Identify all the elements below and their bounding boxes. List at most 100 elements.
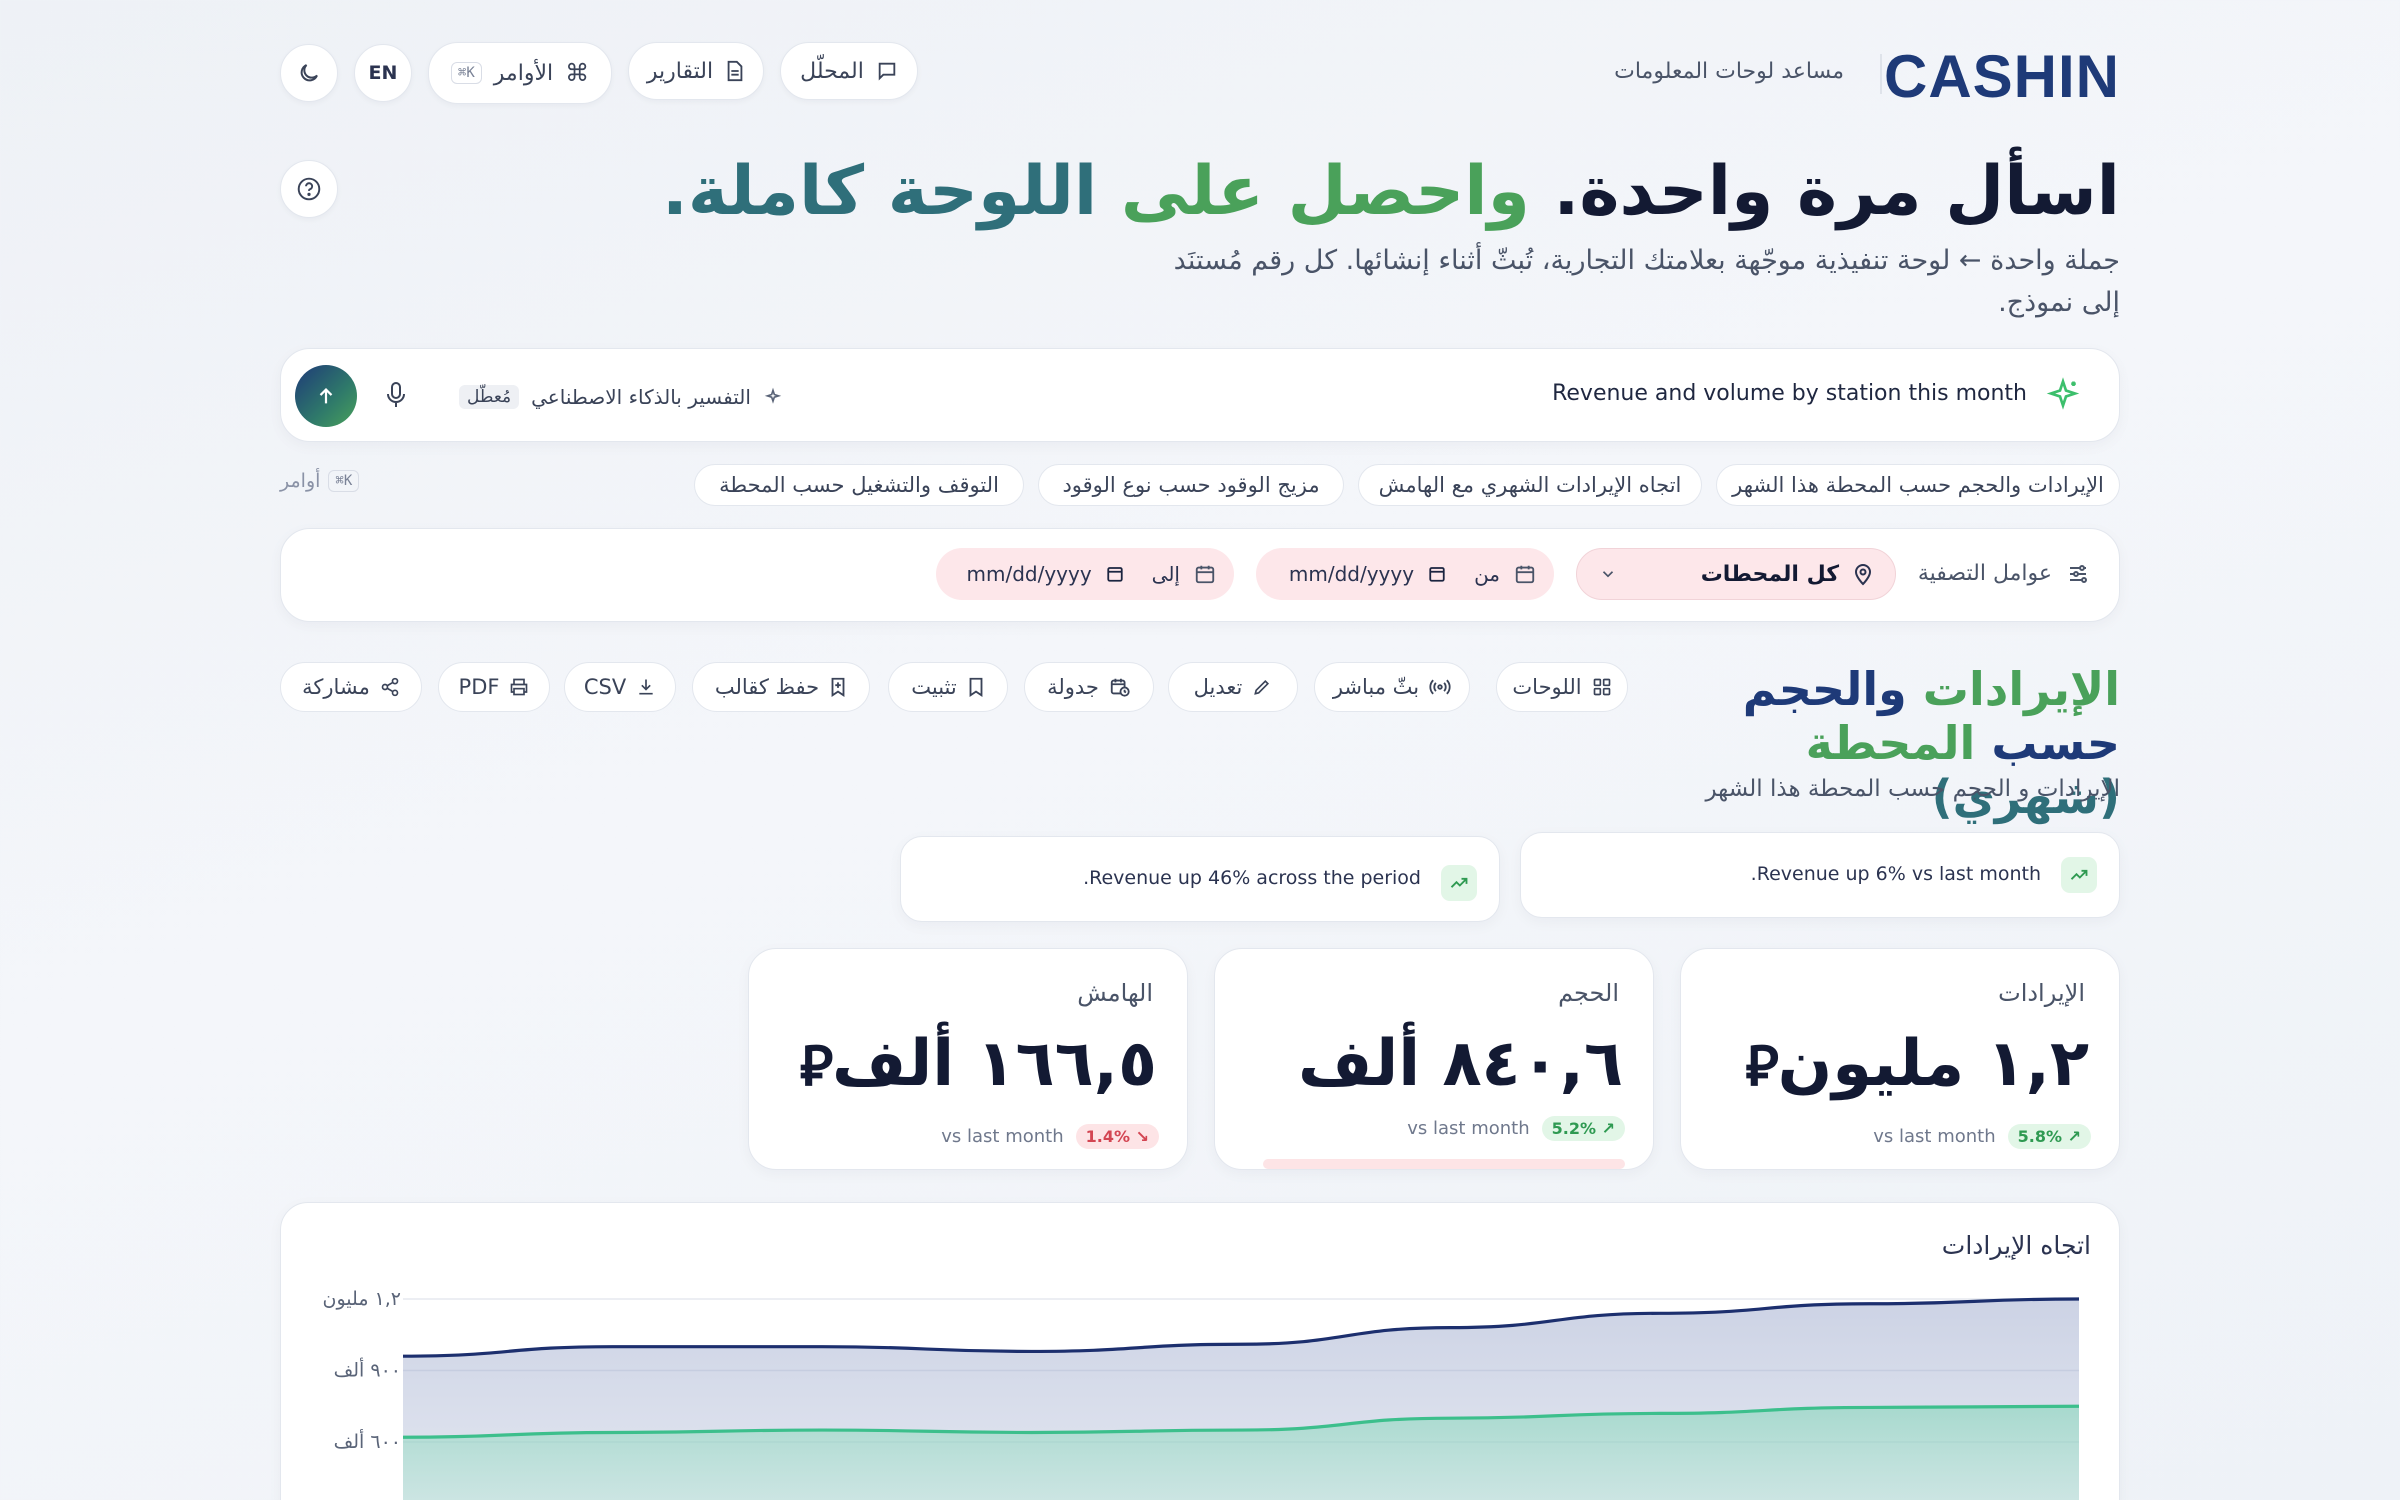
date-from-input[interactable]: mm/dd/yyyy bbox=[1289, 562, 1414, 586]
suggestion-chip[interactable]: التوقف والتشغيل حسب المحطة bbox=[694, 464, 1024, 506]
hero-title: اسأل مرة واحدة. واحصل على اللوحة كاملة. bbox=[662, 152, 2121, 231]
nav-commands-kbd: K⌘ bbox=[450, 62, 482, 84]
calendar-icon bbox=[1514, 563, 1536, 585]
language-toggle[interactable]: EN bbox=[354, 44, 412, 102]
filters-label: عوامل التصفية bbox=[1918, 561, 2090, 586]
arrow-up-icon bbox=[315, 385, 337, 407]
broadcast-icon bbox=[1429, 677, 1451, 697]
station-select-value: كل المحطات bbox=[1700, 561, 1839, 587]
pin-label: تثبيت bbox=[911, 675, 957, 699]
help-button[interactable] bbox=[280, 160, 338, 218]
export-pdf-button[interactable]: PDF bbox=[438, 662, 550, 712]
nav-reports-label: التقارير bbox=[646, 58, 714, 84]
kpi-value: ١,٢ مليون⃁ bbox=[1745, 1027, 2090, 1101]
chat-bubble-icon bbox=[876, 60, 898, 82]
kpi-compare: vs last month bbox=[941, 1126, 1064, 1147]
save-template-label: حفظ كقالب bbox=[714, 675, 820, 699]
nav-commands-label: الأوامر bbox=[493, 60, 554, 86]
save-template-button[interactable]: حفظ كقالب bbox=[692, 662, 870, 712]
pencil-icon bbox=[1252, 677, 1272, 697]
hero-title-part3: اللوحة كاملة. bbox=[662, 152, 1098, 231]
export-pdf-label: PDF bbox=[458, 675, 500, 699]
edit-label: تعديل bbox=[1193, 675, 1243, 699]
riyal-icon: ⃁ bbox=[799, 1034, 833, 1099]
calendar-picker-icon[interactable] bbox=[1428, 565, 1446, 583]
y-tick-label: ٩٠٠ ألف bbox=[334, 1358, 401, 1382]
live-stream-button[interactable]: بثّ مباشر bbox=[1314, 662, 1470, 712]
nav-reports-button[interactable]: التقارير bbox=[628, 42, 764, 100]
suggestion-chip[interactable]: الإيرادات والحجم حسب المحطة هذا الشهر bbox=[1716, 464, 2120, 506]
send-button[interactable] bbox=[295, 365, 357, 427]
kpi-label: الإيرادات bbox=[1998, 979, 2085, 1007]
download-icon bbox=[636, 677, 656, 697]
prompt-bar: Revenue and volume by station this month… bbox=[280, 348, 2120, 442]
printer-icon bbox=[509, 677, 529, 697]
theme-toggle[interactable] bbox=[280, 44, 338, 102]
chevron-down-icon bbox=[1599, 565, 1617, 583]
commands-hint-label: أوامر bbox=[280, 470, 321, 492]
commands-hint[interactable]: K⌘ أوامر bbox=[280, 470, 360, 492]
moon-icon bbox=[297, 61, 321, 85]
kpi-card-margin: الهامش ١٦٦,٥ ألف⃁ vs last month 1.4% ↘ bbox=[748, 948, 1188, 1170]
filters-label-text: عوامل التصفية bbox=[1917, 561, 2052, 586]
date-to-input[interactable]: mm/dd/yyyy bbox=[966, 562, 1091, 586]
kpi-label: الهامش bbox=[1077, 979, 1153, 1007]
logo-divider bbox=[1880, 54, 1882, 94]
commands-hint-kbd: K⌘ bbox=[328, 470, 360, 492]
brand-logo[interactable]: CASHIN bbox=[1884, 42, 2120, 111]
kpi-value: ١٦٦,٥ ألف⃁ bbox=[799, 1027, 1158, 1101]
kpi-sparkline-bar bbox=[1263, 1159, 1625, 1169]
export-csv-button[interactable]: CSV bbox=[564, 662, 676, 712]
trending-up-icon bbox=[1441, 865, 1477, 901]
schedule-button[interactable]: جدولة bbox=[1024, 662, 1154, 712]
grid-icon bbox=[1592, 677, 1612, 697]
bookmark-icon bbox=[967, 676, 985, 698]
date-from-label: من bbox=[1474, 562, 1500, 586]
brand-tagline: مساعد لوحات المعلومات bbox=[1614, 59, 1844, 84]
y-tick-label: ١,٢ مليون bbox=[323, 1288, 401, 1310]
hero-subtitle: جملة واحدة ← لوحة تنفيذية موجّهة بعلامتك… bbox=[1173, 245, 2120, 318]
microphone-icon[interactable] bbox=[385, 381, 407, 409]
station-select[interactable]: كل المحطات bbox=[1576, 548, 1896, 600]
help-icon bbox=[296, 176, 322, 202]
dashboard-subtitle: الإيرادات و الحجم حسب المحطة هذا الشهر bbox=[1705, 776, 2120, 802]
kpi-footer: vs last month 1.4% ↘ bbox=[941, 1124, 1159, 1149]
dashboard-title-part3: المحطة bbox=[1805, 716, 1976, 770]
boards-button[interactable]: اللوحات bbox=[1496, 662, 1628, 712]
kpi-card-volume: الحجم ٨٤٠,٦ ألف vs last month 5.2% ↗ bbox=[1214, 948, 1654, 1170]
location-pin-icon bbox=[1853, 562, 1873, 586]
suggestion-chip[interactable]: مزيج الوقود حسب نوع الوقود bbox=[1038, 464, 1344, 506]
calendar-icon bbox=[1194, 563, 1216, 585]
riyal-icon: ⃁ bbox=[1745, 1034, 1778, 1099]
kpi-value-text: ١٦٦,٥ ألف bbox=[831, 1027, 1158, 1101]
revenue-trend-chart: ١,٢ مليون ٩٠٠ ألف ٦٠٠ ألف bbox=[323, 1288, 2080, 1500]
insight-text: Revenue up 6% vs last month. bbox=[1750, 863, 2041, 885]
bookmark-plus-icon bbox=[829, 676, 847, 698]
share-button[interactable]: مشاركة bbox=[280, 662, 422, 712]
ai-sparkle-icon bbox=[763, 387, 783, 407]
date-from-field[interactable]: من mm/dd/yyyy bbox=[1256, 548, 1554, 600]
kpi-change-badge: 5.2% ↗ bbox=[1541, 1116, 1625, 1141]
nav-analyst-button[interactable]: المحلّل bbox=[780, 42, 918, 100]
schedule-label: جدولة bbox=[1047, 675, 1099, 699]
kpi-label: الحجم bbox=[1558, 979, 1619, 1007]
date-to-field[interactable]: إلى mm/dd/yyyy bbox=[936, 548, 1234, 600]
calendar-picker-icon[interactable] bbox=[1106, 565, 1124, 583]
hero-title-part1: اسأل مرة واحدة. bbox=[1553, 152, 2121, 231]
export-csv-label: CSV bbox=[583, 675, 627, 699]
command-icon: ⌘ bbox=[565, 59, 590, 87]
share-icon bbox=[380, 677, 400, 697]
sliders-icon bbox=[2066, 562, 2090, 586]
kpi-value-text: ٨٤٠,٦ ألف bbox=[1297, 1027, 1624, 1101]
ai-explain-label: التفسير بالذكاء الاصطناعي bbox=[531, 385, 751, 409]
pin-button[interactable]: تثبيت bbox=[888, 662, 1008, 712]
kpi-change-badge: 5.8% ↗ bbox=[2007, 1124, 2091, 1149]
hero-title-part2: واحصل على bbox=[1120, 152, 1531, 231]
ai-explain-toggle[interactable]: التفسير بالذكاء الاصطناعي مُعطّل bbox=[459, 385, 783, 409]
nav-commands-button[interactable]: ⌘ الأوامر K⌘ bbox=[428, 42, 612, 104]
suggestion-chip[interactable]: اتجاه الإيرادات الشهري مع الهامش bbox=[1358, 464, 1702, 506]
prompt-input[interactable]: Revenue and volume by station this month bbox=[1552, 381, 2027, 406]
insight-card: Revenue up 6% vs last month. bbox=[1520, 832, 2120, 918]
edit-button[interactable]: تعديل bbox=[1168, 662, 1298, 712]
kpi-compare: vs last month bbox=[1873, 1126, 1996, 1147]
